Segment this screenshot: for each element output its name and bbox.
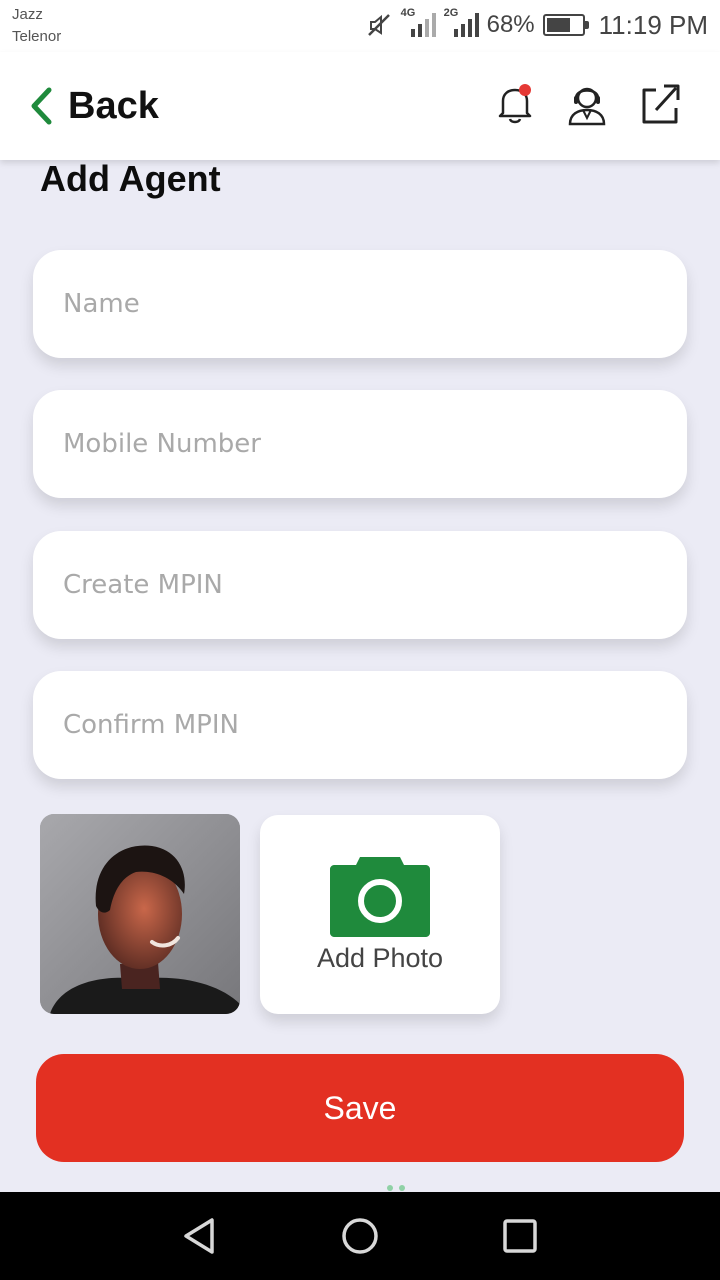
mute-icon: [367, 14, 390, 36]
battery-percent: 68%: [486, 11, 535, 38]
page-title: Add Agent: [40, 158, 221, 199]
signal-4g-icon: 4G: [401, 7, 436, 37]
nav-back-button[interactable]: [178, 1214, 222, 1258]
app-header: Back: [0, 52, 720, 160]
status-icons: 4G 2G 68% 11:19 PM: [365, 7, 708, 42]
back-label: Back: [68, 84, 159, 127]
battery-icon: [542, 14, 589, 36]
mobile-number-input[interactable]: [33, 390, 687, 498]
confirm-mpin-input[interactable]: [33, 671, 687, 779]
support-button[interactable]: [566, 82, 608, 126]
create-mpin-input[interactable]: [33, 531, 687, 639]
create-mpin-field-container: [33, 531, 687, 639]
save-button[interactable]: Save: [36, 1054, 684, 1162]
status-bar: Jazz Telenor 4G 2G 68% 11:19 PM: [0, 0, 720, 52]
name-field-container: [33, 250, 687, 358]
recents-square-icon: [503, 1219, 537, 1253]
agent-photo: [40, 814, 240, 1014]
carrier-1: Jazz: [12, 6, 43, 23]
external-link-icon: [642, 84, 680, 124]
add-photo-button[interactable]: Add Photo: [260, 815, 500, 1014]
notification-button[interactable]: [494, 82, 536, 126]
network-2-label: 2G: [443, 7, 459, 19]
share-button[interactable]: [638, 82, 680, 126]
back-triangle-icon: [184, 1218, 214, 1254]
home-circle-icon: [342, 1218, 378, 1254]
mobile-field-container: [33, 390, 687, 498]
header-actions: [494, 82, 680, 126]
signal-2g-icon: 2G: [444, 7, 479, 37]
support-agent-icon: [568, 87, 606, 126]
portrait-image: [40, 814, 240, 1014]
confirm-mpin-field-container: [33, 671, 687, 779]
nav-home-button[interactable]: [338, 1214, 382, 1258]
clock: 11:19 PM: [598, 9, 708, 40]
chevron-left-icon: [31, 87, 52, 125]
carrier-info: Jazz Telenor: [12, 4, 61, 48]
add-photo-label: Add Photo: [316, 943, 444, 973]
carrier-2: Telenor: [12, 28, 62, 45]
system-nav-bar: [0, 1192, 720, 1280]
notification-bell-icon: [498, 84, 532, 124]
name-input[interactable]: [33, 250, 687, 358]
network-1-label: 4G: [400, 7, 416, 19]
camera-icon: [330, 857, 430, 937]
back-button[interactable]: Back: [28, 80, 159, 132]
nav-recents-button[interactable]: [498, 1214, 542, 1258]
loading-indicator-icon: [387, 1185, 405, 1191]
